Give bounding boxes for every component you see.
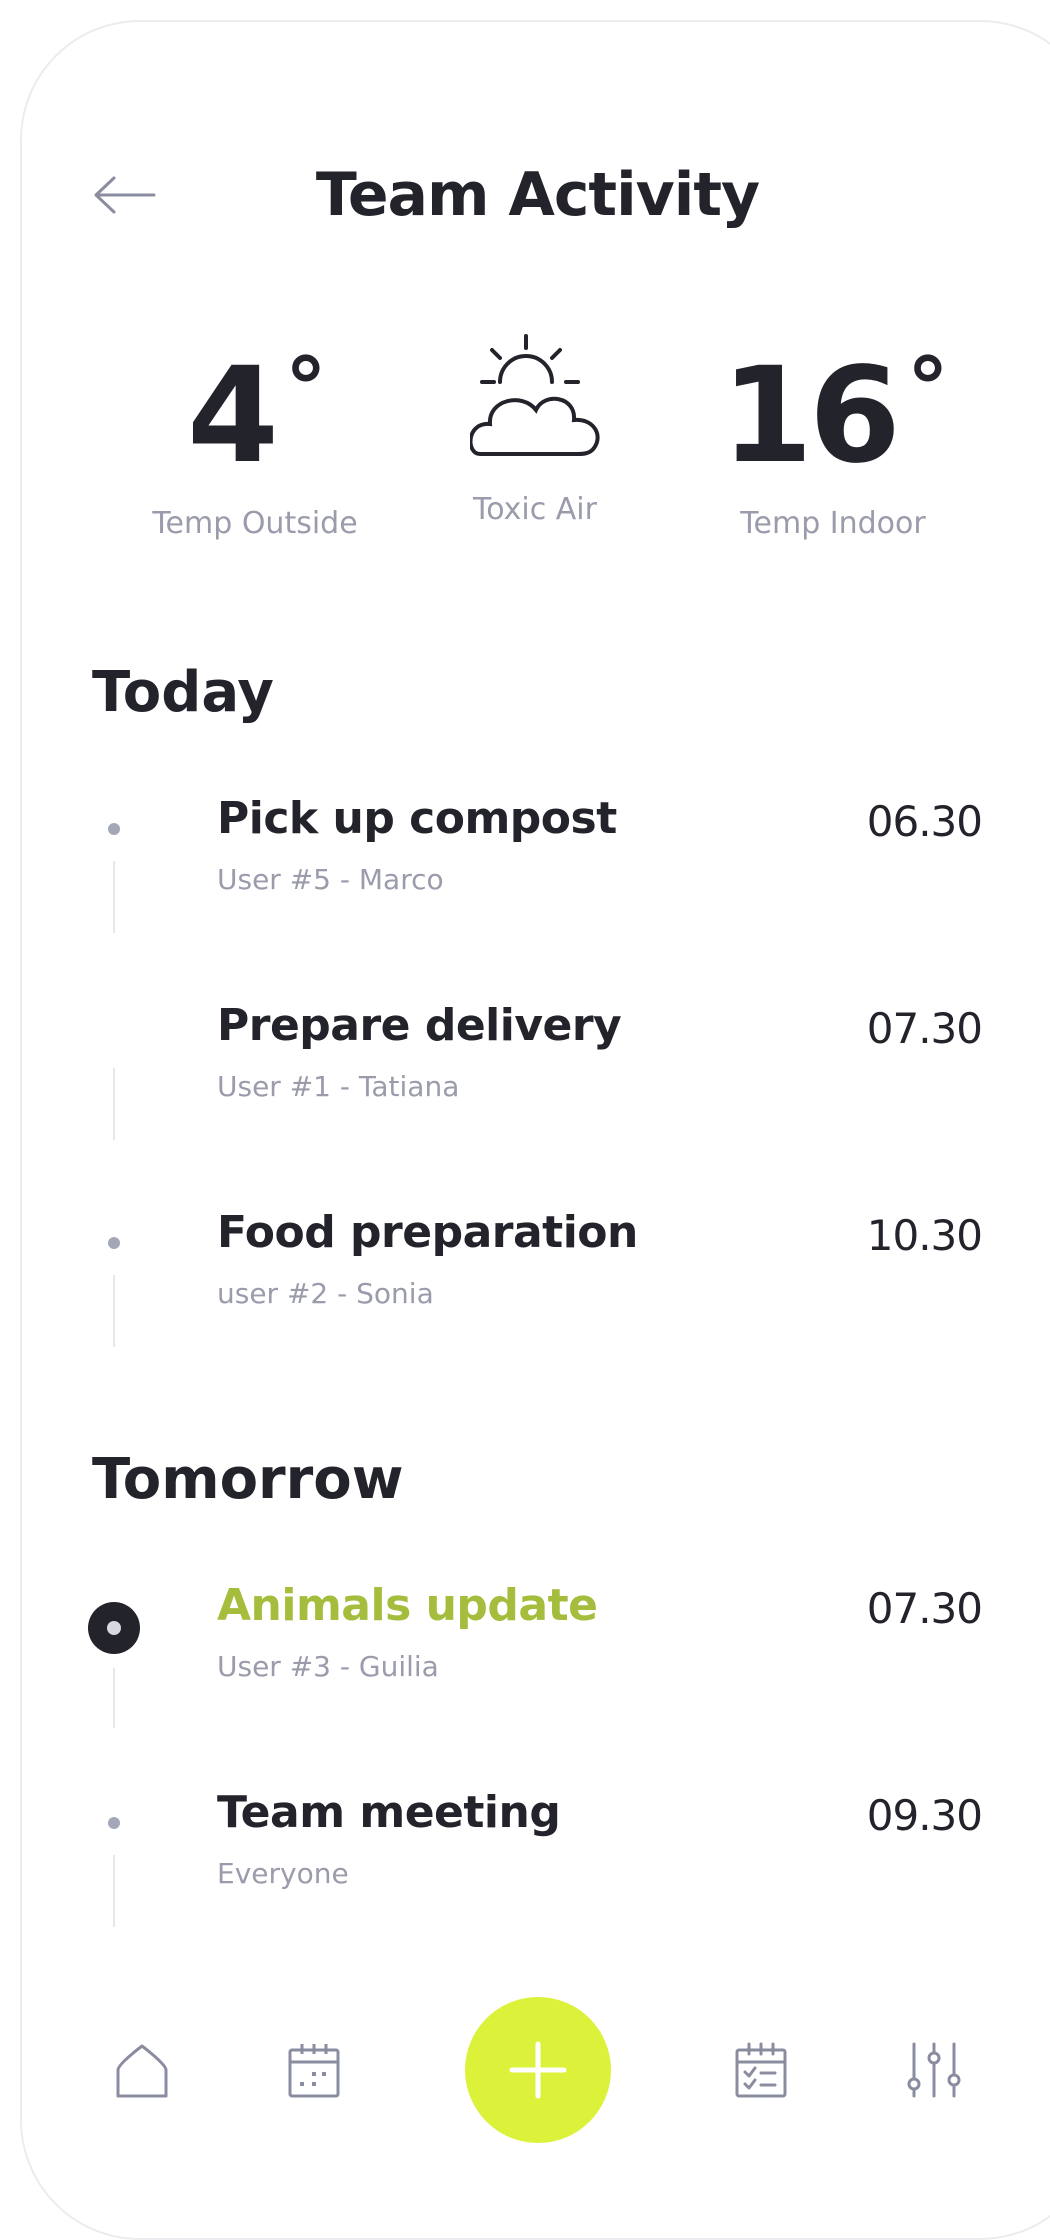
- activity-name: Pick up compost: [217, 793, 617, 844]
- timeline-line: [113, 1855, 115, 1927]
- activity-item[interactable]: Food preparation user #2 - Sonia 10.30: [0, 1207, 1050, 1367]
- temp-outside: 4 ° Temp Outside: [140, 339, 370, 541]
- timeline-dot: [108, 1237, 120, 1249]
- temp-outside-label: Temp Outside: [152, 506, 358, 541]
- home-icon[interactable]: [112, 2040, 172, 2100]
- activity-name: Food preparation: [217, 1207, 638, 1258]
- calendar-icon[interactable]: [284, 2040, 344, 2100]
- activity-item[interactable]: Pick up compost User #5 - Marco 06.30: [0, 793, 1050, 953]
- activity-user: User #1 - Tatiana: [217, 1070, 460, 1103]
- checklist-icon[interactable]: [731, 2040, 791, 2100]
- activity-time: 09.30: [866, 1791, 983, 1840]
- temp-outside-value: 4 °: [187, 339, 327, 493]
- activity-item-active[interactable]: Animals update User #3 - Guilia 07.30: [0, 1580, 1050, 1740]
- temp-indoor-label: Temp Indoor: [740, 506, 926, 541]
- timeline-dot: [108, 823, 120, 835]
- timeline-dot: [108, 1817, 120, 1829]
- timeline-line: [113, 1668, 115, 1728]
- activity-name: Prepare delivery: [217, 1000, 622, 1051]
- active-marker-icon: [88, 1602, 140, 1654]
- activity-user: Everyone: [217, 1857, 349, 1890]
- page-title: Team Activity: [315, 160, 760, 230]
- section-today: Today: [92, 660, 274, 725]
- activity-item[interactable]: Team meeting Everyone 09.30: [0, 1787, 1050, 1947]
- activity-user: User #5 - Marco: [217, 863, 444, 896]
- activity-name: Animals update: [217, 1580, 598, 1631]
- temp-indoor-value: 16 °: [721, 339, 949, 493]
- activity-item[interactable]: Prepare delivery User #1 - Tatiana 07.30: [0, 1000, 1050, 1160]
- activity-name: Team meeting: [217, 1787, 561, 1838]
- activity-time: 10.30: [866, 1211, 983, 1260]
- timeline-line: [113, 861, 115, 933]
- activity-user: User #3 - Guilia: [217, 1650, 439, 1683]
- activity-time: 07.30: [866, 1584, 983, 1633]
- temp-indoor: 16 ° Temp Indoor: [718, 339, 949, 541]
- air-quality-label: Toxic Air: [473, 492, 597, 527]
- activity-user: user #2 - Sonia: [217, 1277, 434, 1310]
- timeline-line: [113, 1068, 115, 1140]
- activity-time: 07.30: [866, 1004, 983, 1053]
- sun-cloud-icon: [470, 334, 600, 456]
- activity-time: 06.30: [866, 797, 983, 846]
- sliders-icon[interactable]: [904, 2040, 964, 2100]
- section-tomorrow: Tomorrow: [92, 1447, 404, 1512]
- add-icon: [509, 2041, 567, 2099]
- timeline-line: [113, 1275, 115, 1347]
- add-button[interactable]: [465, 1997, 611, 2143]
